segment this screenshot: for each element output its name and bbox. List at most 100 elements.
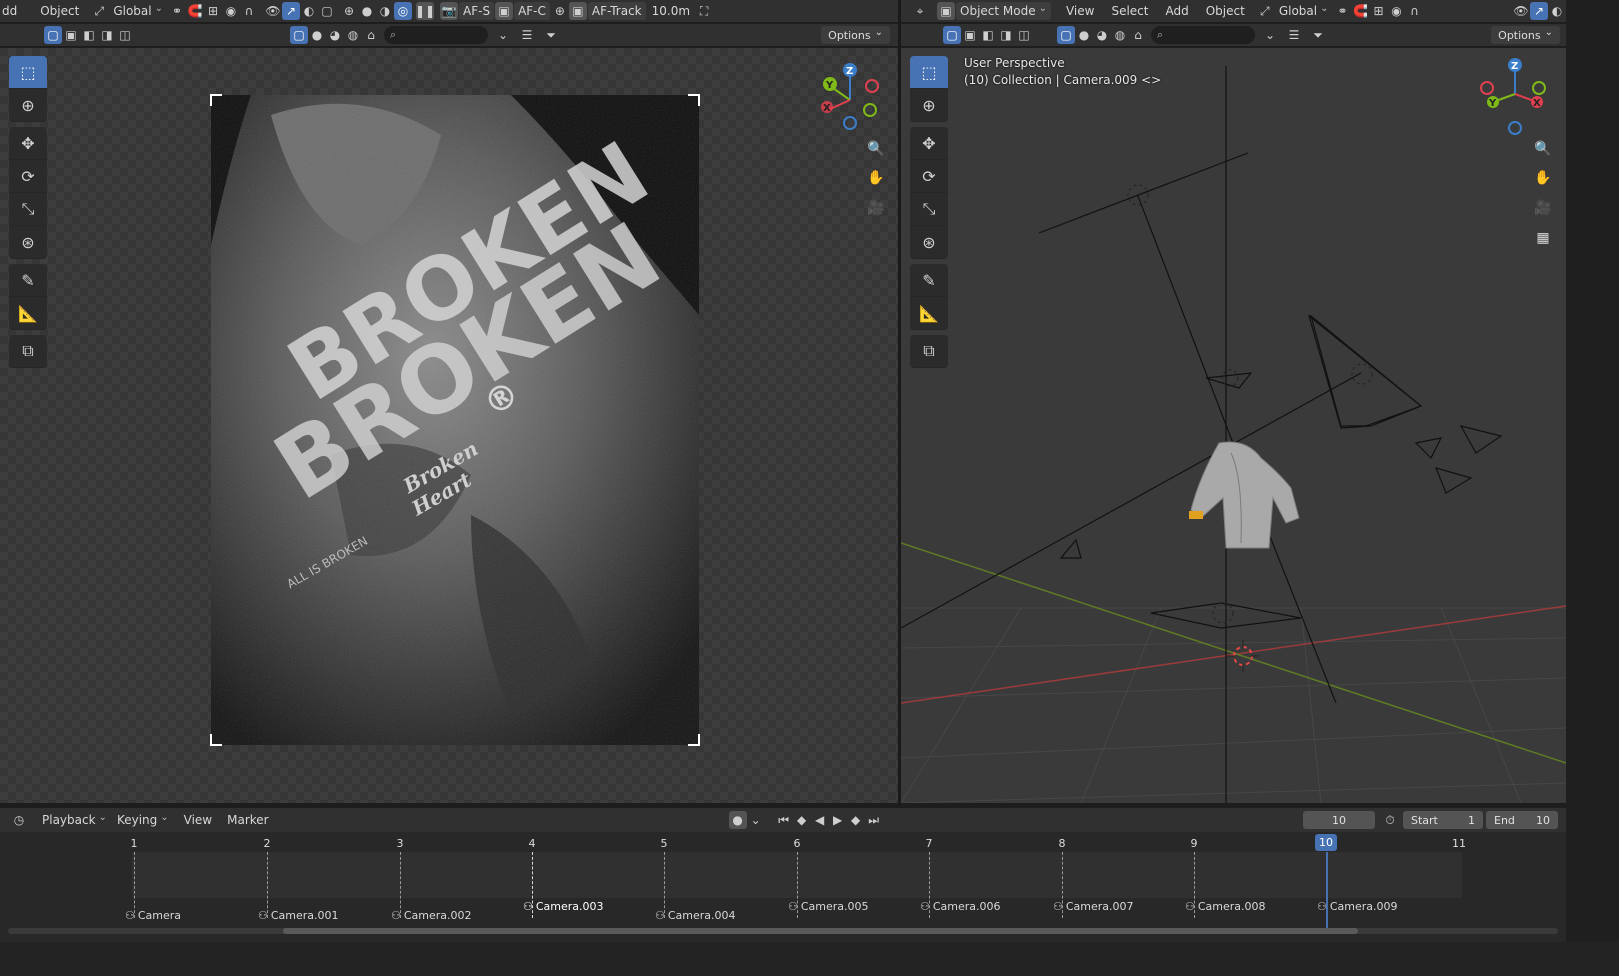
jump-start-icon[interactable]: ⏮ xyxy=(775,811,793,829)
camera-marker[interactable]: ⚇ Camera.002 xyxy=(391,909,472,922)
collapse-icon[interactable]: ⌄ xyxy=(1261,26,1279,44)
cursor-tool-icon[interactable]: ⊕ xyxy=(9,89,47,122)
menu-view[interactable]: View xyxy=(1062,2,1098,20)
3d-viewport[interactable]: User Perspective (10) Collection | Camer… xyxy=(901,48,1566,803)
select-subtract-icon[interactable]: ◧ xyxy=(80,26,98,44)
select-new-icon[interactable]: ▢ xyxy=(943,26,961,44)
menu-object[interactable]: Object xyxy=(36,2,83,20)
timeline-area[interactable]: 1 2 3 4 5 6 7 8 9 10 11 ⚇ Camera ⚇ Camera.… xyxy=(0,832,1566,942)
menu-select[interactable]: Select xyxy=(1107,2,1152,20)
camera-view-viewport[interactable]: BROKEN BROKEN ® Broken Heart ALL IS BROK… xyxy=(0,48,898,803)
focus-distance[interactable]: 10.0m xyxy=(648,2,694,20)
gizmo-toggle-icon[interactable]: ↗ xyxy=(282,2,300,20)
falloff-icon[interactable]: ∩ xyxy=(1406,2,1424,20)
end-frame-field[interactable]: End 10 xyxy=(1486,811,1558,829)
camera-marker[interactable]: ⚇ Camera.001 xyxy=(258,909,339,922)
camera-marker[interactable]: ⚇ Camera.006 xyxy=(920,900,1001,913)
falloff-icon[interactable]: ∩ xyxy=(240,2,258,20)
play-reverse-icon[interactable]: ◀ xyxy=(811,811,829,829)
add-cube-tool-icon[interactable]: ⧉ xyxy=(9,335,47,368)
editor-type-icon[interactable]: ⌖ xyxy=(911,2,929,20)
list-view-icon[interactable]: ☰ xyxy=(518,26,536,44)
camera-frame-icon[interactable]: ⛶ xyxy=(695,2,713,20)
search-input[interactable]: ⌕ xyxy=(384,26,488,44)
camera-marker[interactable]: ⚇ Camera.003 xyxy=(523,900,604,913)
camera-marker[interactable]: ⚇ Camera.009 xyxy=(1317,900,1398,913)
start-frame-field[interactable]: Start 1 xyxy=(1403,811,1483,829)
auto-keying-icon[interactable]: ● xyxy=(728,811,747,829)
snap-icon[interactable]: 🧲 xyxy=(186,2,204,20)
playhead-line[interactable] xyxy=(1326,852,1328,932)
orientation-dropdown[interactable]: Global xyxy=(109,2,167,20)
gizmo-toggle-icon[interactable]: ↗ xyxy=(1530,2,1548,20)
filter-funnel-icon[interactable]: ⏷ xyxy=(1309,26,1327,44)
select-box-tool-icon[interactable]: ⬚ xyxy=(910,56,948,89)
select-new-icon[interactable]: ▢ xyxy=(44,26,62,44)
af-track-button[interactable]: AF-Track xyxy=(587,2,646,20)
timeline-scrollbar-thumb[interactable] xyxy=(283,928,1358,934)
filter-mesh-icon[interactable]: ▢ xyxy=(1057,26,1075,44)
camera-view-icon[interactable]: 🎥 xyxy=(864,196,888,220)
annotate-tool-icon[interactable]: ✎ xyxy=(910,264,948,297)
rotate-tool-icon[interactable]: ⟳ xyxy=(9,160,47,193)
proportional-edit-icon[interactable]: ◉ xyxy=(222,2,240,20)
track-icon[interactable]: ▣ xyxy=(568,2,587,20)
move-tool-icon[interactable]: ✥ xyxy=(910,127,948,160)
camera-marker[interactable]: ⚇ Camera.008 xyxy=(1185,900,1266,913)
af-s-button[interactable]: AF-S xyxy=(459,2,495,20)
filter-mesh-icon[interactable]: ▢ xyxy=(290,26,308,44)
scale-tool-icon[interactable]: ⤡ xyxy=(910,193,948,226)
proportional-edit-icon[interactable]: ◉ xyxy=(1388,2,1406,20)
filter-funnel-icon[interactable]: ⏷ xyxy=(542,26,560,44)
play-icon[interactable]: ▶ xyxy=(829,811,847,829)
menu-add[interactable]: Add xyxy=(1162,2,1193,20)
current-frame-field[interactable]: 10 xyxy=(1303,811,1375,829)
zoom-icon[interactable]: 🔍 xyxy=(1531,137,1555,161)
filter-material-icon[interactable]: ◕ xyxy=(1093,26,1111,44)
filter-lock-icon[interactable]: ⌂ xyxy=(362,26,380,44)
scale-tool-icon[interactable]: ⤡ xyxy=(9,193,47,226)
measure-tool-icon[interactable]: 📐 xyxy=(910,297,948,330)
zoom-icon[interactable]: 🔍 xyxy=(864,137,888,161)
visibility-icon[interactable]: 👁 xyxy=(264,2,282,20)
measure-tool-icon[interactable]: 📐 xyxy=(9,297,47,330)
next-keyframe-icon[interactable]: ◆ xyxy=(847,811,865,829)
filter-world-icon[interactable]: ◍ xyxy=(1111,26,1129,44)
collapse-icon[interactable]: ⌄ xyxy=(494,26,512,44)
pivot-icon[interactable]: ⚭ xyxy=(1334,2,1352,20)
timeline-scrollbar[interactable] xyxy=(8,928,1558,934)
filter-shader-icon[interactable]: ● xyxy=(308,26,326,44)
menu-object[interactable]: Object xyxy=(1202,2,1249,20)
xray-icon[interactable]: ▢ xyxy=(318,2,336,20)
select-extend-icon[interactable]: ▣ xyxy=(961,26,979,44)
right-options-button[interactable]: Options xyxy=(1491,26,1560,44)
select-invert-icon[interactable]: ◨ xyxy=(997,26,1015,44)
add-cube-tool-icon[interactable]: ⧉ xyxy=(910,335,948,368)
view-menu[interactable]: View xyxy=(180,811,216,829)
camera-view-icon[interactable]: 🎥 xyxy=(1531,196,1555,220)
pause-icon[interactable]: ❚❚ xyxy=(415,2,435,20)
filter-world-icon[interactable]: ◍ xyxy=(344,26,362,44)
marker-menu[interactable]: Marker xyxy=(223,811,272,829)
keying-menu[interactable]: Keying xyxy=(113,811,173,829)
overlay-icon[interactable]: ◐ xyxy=(1548,2,1566,20)
select-box-tool-icon[interactable]: ⬚ xyxy=(9,56,47,89)
cursor-tool-icon[interactable]: ⊕ xyxy=(910,89,948,122)
filter-shader-icon[interactable]: ● xyxy=(1075,26,1093,44)
focus-frame-icon[interactable]: ▣ xyxy=(495,2,514,20)
camera-marker[interactable]: ⚇ Camera.005 xyxy=(788,900,869,913)
right-navigation-gizmo[interactable]: Z Y X xyxy=(1477,58,1557,138)
shading-solid-icon[interactable]: ● xyxy=(358,2,376,20)
search-input[interactable]: ⌕ xyxy=(1151,26,1255,44)
camera-marker[interactable]: ⚇ Camera xyxy=(125,909,181,922)
select-extend-icon[interactable]: ▣ xyxy=(62,26,80,44)
pan-hand-icon[interactable]: ✋ xyxy=(864,166,888,190)
shading-wireframe-icon[interactable]: ⊕ xyxy=(340,2,358,20)
af-c-button[interactable]: AF-C xyxy=(514,2,550,20)
camera-marker[interactable]: ⚇ Camera.004 xyxy=(655,909,736,922)
shading-material-icon[interactable]: ◑ xyxy=(376,2,394,20)
select-invert-icon[interactable]: ◨ xyxy=(98,26,116,44)
mode-dropdown[interactable]: Object Mode xyxy=(956,2,1051,20)
rotate-tool-icon[interactable]: ⟳ xyxy=(910,160,948,193)
overlay-icon[interactable]: ◐ xyxy=(300,2,318,20)
